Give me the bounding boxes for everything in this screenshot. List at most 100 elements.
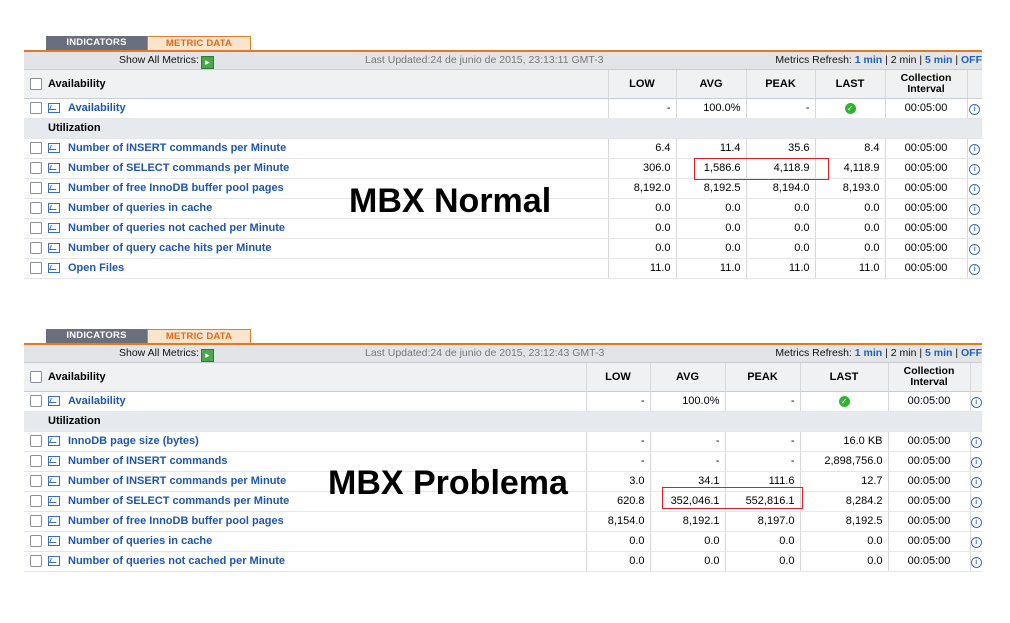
info-icon[interactable]: i xyxy=(969,143,981,155)
refresh-1min-link[interactable]: 1 min xyxy=(855,347,882,359)
info-icon[interactable]: i xyxy=(969,223,981,235)
chart-icon[interactable] xyxy=(48,556,60,567)
section-row: Utilization xyxy=(24,411,982,432)
header-availability[interactable]: Availability xyxy=(48,363,587,392)
add-icon[interactable]: ▸ xyxy=(200,349,214,362)
header-last[interactable]: LAST xyxy=(815,70,886,99)
header-peak[interactable]: PEAK xyxy=(725,363,801,392)
chart-icon[interactable] xyxy=(48,103,60,114)
refresh-off-link[interactable]: OFF xyxy=(961,347,982,359)
info-icon[interactable]: i xyxy=(970,556,982,568)
info-icon[interactable]: i xyxy=(970,476,982,488)
refresh-5min-link[interactable]: 5 min xyxy=(925,54,952,66)
metric-link[interactable]: Number of queries in cache xyxy=(68,535,212,547)
metric-link[interactable]: Number of queries not cached per Minute xyxy=(68,222,285,234)
chart-icon[interactable] xyxy=(48,496,60,507)
header-avg[interactable]: AVG xyxy=(650,363,726,392)
metric-link[interactable]: Number of free InnoDB buffer pool pages xyxy=(68,515,284,527)
metric-link[interactable]: Availability xyxy=(68,102,126,114)
metric-link[interactable]: Open Files xyxy=(68,262,124,274)
info-icon[interactable]: i xyxy=(969,203,981,215)
row-checkbox[interactable] xyxy=(30,555,42,568)
header-low[interactable]: LOW xyxy=(586,363,651,392)
peak-value: 35.6 xyxy=(746,138,816,159)
metric-name-cell: Number of SELECT commands per Minute xyxy=(48,158,609,179)
metric-name-cell: Number of query cache hits per Minute xyxy=(48,238,609,259)
add-icon[interactable]: ▸ xyxy=(200,56,214,69)
tab-indicators[interactable]: INDICATORS xyxy=(46,329,147,343)
last-value: 0.0 xyxy=(815,238,886,259)
refresh-1min-link[interactable]: 1 min xyxy=(855,54,882,66)
row-checkbox[interactable] xyxy=(30,435,42,448)
refresh-5min-link[interactable]: 5 min xyxy=(925,347,952,359)
row-checkbox[interactable] xyxy=(30,495,42,508)
info-icon[interactable]: i xyxy=(969,183,981,195)
metric-link[interactable]: Availability xyxy=(68,395,126,407)
refresh-2min-option[interactable]: 2 min xyxy=(891,347,917,359)
low-value: 620.8 xyxy=(586,491,651,512)
row-checkbox[interactable] xyxy=(30,222,42,235)
header-availability[interactable]: Availability xyxy=(48,70,609,99)
chart-icon[interactable] xyxy=(48,536,60,547)
row-checkbox[interactable] xyxy=(30,475,42,488)
chart-icon[interactable] xyxy=(48,396,60,407)
row-checkbox[interactable] xyxy=(30,182,42,195)
info-icon[interactable]: i xyxy=(969,103,981,115)
header-avg[interactable]: AVG xyxy=(676,70,747,99)
tab-metric-data[interactable]: METRIC DATA xyxy=(147,36,251,50)
chart-icon[interactable] xyxy=(48,203,60,214)
info-icon[interactable]: i xyxy=(970,456,982,468)
info-icon[interactable]: i xyxy=(969,263,981,275)
row-checkbox[interactable] xyxy=(30,242,42,255)
chart-icon[interactable] xyxy=(48,476,60,487)
info-icon[interactable]: i xyxy=(969,243,981,255)
row-checkbox[interactable] xyxy=(30,395,42,408)
metric-link[interactable]: InnoDB page size (bytes) xyxy=(68,435,199,447)
row-checkbox-cell xyxy=(24,238,48,259)
row-checkbox[interactable] xyxy=(30,162,42,175)
chart-icon[interactable] xyxy=(48,163,60,174)
tab-metric-data[interactable]: METRIC DATA xyxy=(147,329,251,343)
refresh-2min-option[interactable]: 2 min xyxy=(891,54,917,66)
chart-icon[interactable] xyxy=(48,183,60,194)
row-checkbox[interactable] xyxy=(30,102,42,115)
row-checkbox[interactable] xyxy=(30,262,42,275)
metric-link[interactable]: Number of INSERT commands per Minute xyxy=(68,475,286,487)
metric-link[interactable]: Number of INSERT commands per Minute xyxy=(68,142,286,154)
row-checkbox[interactable] xyxy=(30,202,42,215)
chart-icon[interactable] xyxy=(48,243,60,254)
info-cell: i xyxy=(970,391,982,412)
metric-link[interactable]: Number of queries in cache xyxy=(68,202,212,214)
row-checkbox[interactable] xyxy=(30,535,42,548)
metric-link[interactable]: Number of INSERT commands xyxy=(68,455,228,467)
select-all-checkbox[interactable] xyxy=(30,370,42,383)
refresh-off-link[interactable]: OFF xyxy=(961,54,982,66)
info-icon[interactable]: i xyxy=(970,496,982,508)
metric-link[interactable]: Number of query cache hits per Minute xyxy=(68,242,272,254)
info-icon[interactable]: i xyxy=(970,536,982,548)
metric-link[interactable]: Number of queries not cached per Minute xyxy=(68,555,285,567)
chart-icon[interactable] xyxy=(48,436,60,447)
info-icon[interactable]: i xyxy=(969,163,981,175)
info-icon[interactable]: i xyxy=(970,436,982,448)
select-all-checkbox[interactable] xyxy=(30,77,42,90)
chart-icon[interactable] xyxy=(48,516,60,527)
header-last[interactable]: LAST xyxy=(800,363,889,392)
chart-icon[interactable] xyxy=(48,223,60,234)
chart-icon[interactable] xyxy=(48,143,60,154)
chart-icon[interactable] xyxy=(48,456,60,467)
row-checkbox[interactable] xyxy=(30,455,42,468)
row-checkbox[interactable] xyxy=(30,142,42,155)
info-icon[interactable]: i xyxy=(970,516,982,528)
tab-indicators[interactable]: INDICATORS xyxy=(46,36,147,50)
header-low[interactable]: LOW xyxy=(608,70,677,99)
info-icon[interactable]: i xyxy=(970,396,982,408)
row-checkbox[interactable] xyxy=(30,515,42,528)
metric-link[interactable]: Number of free InnoDB buffer pool pages xyxy=(68,182,284,194)
metric-link[interactable]: Number of SELECT commands per Minute xyxy=(68,495,289,507)
header-peak[interactable]: PEAK xyxy=(746,70,816,99)
metric-link[interactable]: Number of SELECT commands per Minute xyxy=(68,162,289,174)
chart-icon[interactable] xyxy=(48,263,60,274)
header-collection-interval[interactable]: Collection Interval xyxy=(888,363,971,392)
header-collection-interval[interactable]: Collection Interval xyxy=(885,70,968,99)
